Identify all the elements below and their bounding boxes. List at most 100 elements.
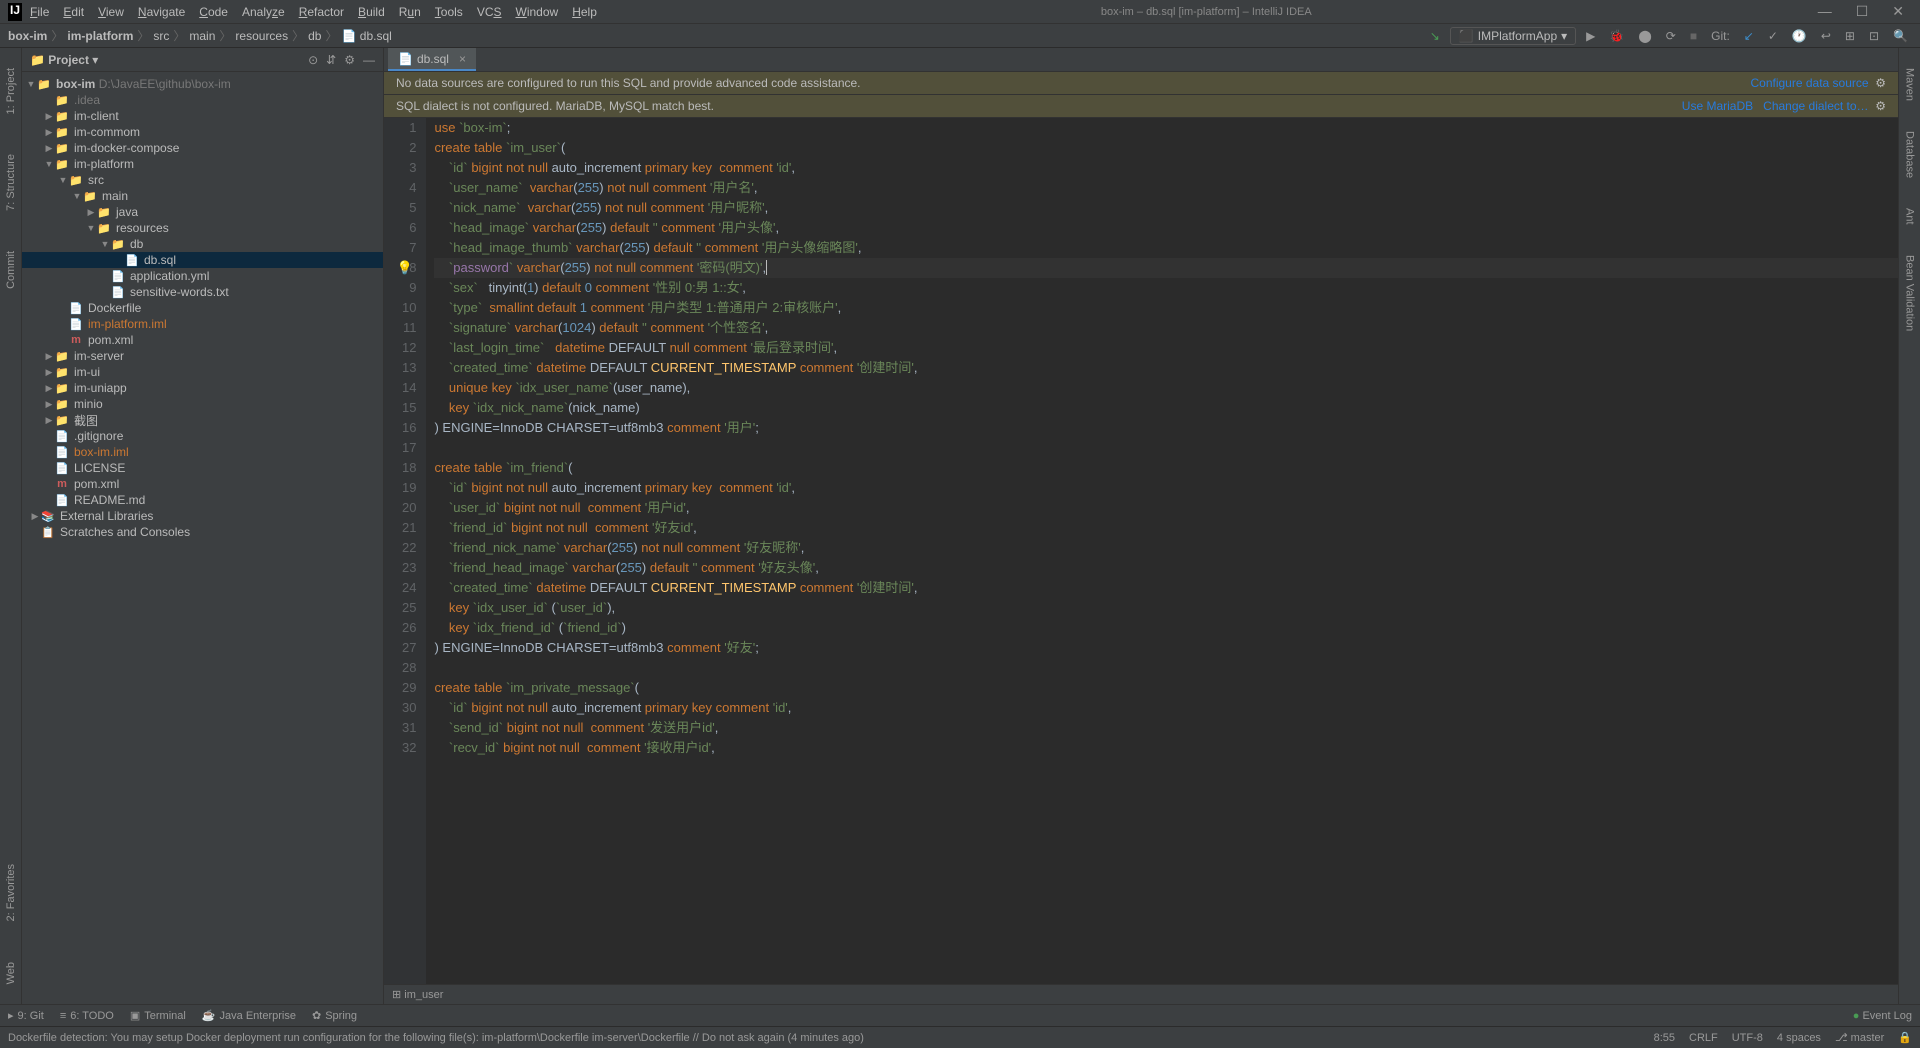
code-breadcrumb[interactable]: ⊞ im_user: [384, 984, 1898, 1004]
run-config-select[interactable]: ⬛ IMPlatformApp ▾: [1450, 27, 1576, 45]
tree-item[interactable]: ▶📁截图: [22, 412, 383, 428]
close-tab-icon[interactable]: ×: [459, 52, 466, 66]
menu-refactor[interactable]: Refactor: [293, 3, 350, 21]
expand-icon[interactable]: ⇵: [326, 53, 336, 67]
tree-item[interactable]: ▼📁im-platform: [22, 156, 383, 172]
warning-text: No data sources are configured to run th…: [396, 76, 861, 90]
settings-icon[interactable]: ⊞: [1841, 27, 1859, 45]
line-sep[interactable]: CRLF: [1689, 1032, 1718, 1044]
menubar: IJ File Edit View Navigate Code Analyze …: [8, 3, 603, 21]
build-icon[interactable]: ↘: [1426, 27, 1444, 45]
search-icon[interactable]: 🔍: [1889, 27, 1912, 45]
hide-icon[interactable]: —: [363, 53, 375, 67]
tree-item[interactable]: 📄LICENSE: [22, 460, 383, 476]
cursor-pos[interactable]: 8:55: [1654, 1032, 1675, 1044]
menu-file[interactable]: File: [24, 3, 55, 21]
git-revert-icon[interactable]: ↩: [1817, 27, 1835, 45]
tool-spring[interactable]: ✿ Spring: [312, 1009, 357, 1022]
menu-run[interactable]: Run: [393, 3, 427, 21]
tool-terminal[interactable]: ▣ Terminal: [130, 1009, 186, 1022]
encoding[interactable]: UTF-8: [1732, 1032, 1763, 1044]
tree-item[interactable]: mpom.xml: [22, 476, 383, 492]
tree-item[interactable]: 📄README.md: [22, 492, 383, 508]
git-history-icon[interactable]: 🕐: [1788, 27, 1811, 45]
tree-item[interactable]: 📄box-im.iml: [22, 444, 383, 460]
stop-icon[interactable]: ■: [1686, 27, 1701, 45]
tree-item[interactable]: ▼📁db: [22, 236, 383, 252]
tab-bean-validation[interactable]: Bean Validation: [1904, 255, 1916, 331]
tab-favorites[interactable]: 2: Favorites: [5, 864, 17, 921]
tree-item[interactable]: ▶📁im-client: [22, 108, 383, 124]
tree-item[interactable]: ▶📁im-server: [22, 348, 383, 364]
maximize-icon[interactable]: ☐: [1848, 3, 1877, 20]
git-update-icon[interactable]: ↙: [1740, 27, 1758, 45]
git-branch[interactable]: ⎇ master: [1835, 1031, 1884, 1044]
debug-icon[interactable]: 🐞: [1605, 27, 1628, 45]
tree-item[interactable]: ▶📁im-docker-compose: [22, 140, 383, 156]
sql-file-icon: 📄: [398, 52, 413, 66]
run-icon[interactable]: ▶: [1582, 27, 1599, 45]
window-title: box-im – db.sql [im-platform] – IntelliJ…: [1101, 6, 1312, 18]
tab-ant[interactable]: Ant: [1904, 208, 1916, 225]
event-log[interactable]: ● Event Log: [1853, 1010, 1912, 1022]
warning-gear-icon[interactable]: ⚙: [1875, 99, 1886, 113]
panel-title: 📁 Project ▾: [30, 53, 98, 67]
tree-item[interactable]: 📄im-platform.iml: [22, 316, 383, 332]
menu-edit[interactable]: Edit: [57, 3, 90, 21]
menu-tools[interactable]: Tools: [429, 3, 469, 21]
tree-item[interactable]: 📄sensitive-words.txt: [22, 284, 383, 300]
project-tree[interactable]: ▼📁box-im D:\JavaEE\github\box-im📁.idea▶📁…: [22, 72, 383, 1004]
tree-item[interactable]: ▼📁resources: [22, 220, 383, 236]
menu-analyze[interactable]: Analyze: [236, 3, 291, 21]
warning-gear-icon[interactable]: ⚙: [1875, 76, 1886, 90]
tree-item[interactable]: 📄db.sql: [22, 252, 383, 268]
breadcrumb[interactable]: box-im〉 im-platform〉 src〉 main〉 resource…: [8, 27, 392, 44]
tree-item[interactable]: ▶📁minio: [22, 396, 383, 412]
close-icon[interactable]: ✕: [1884, 3, 1912, 20]
tab-maven[interactable]: Maven: [1904, 68, 1916, 101]
configure-datasource-link[interactable]: Configure data source: [1750, 76, 1868, 90]
minimize-icon[interactable]: —: [1810, 3, 1840, 20]
tree-scratches[interactable]: 📋Scratches and Consoles: [22, 524, 383, 540]
select-opened-icon[interactable]: ⊙: [308, 53, 318, 67]
indent[interactable]: 4 spaces: [1777, 1032, 1821, 1044]
gear-icon[interactable]: ⚙: [344, 53, 355, 67]
tree-item[interactable]: 📄application.yml: [22, 268, 383, 284]
tree-item[interactable]: 📄Dockerfile: [22, 300, 383, 316]
tab-structure[interactable]: 7: Structure: [5, 154, 17, 211]
tab-web[interactable]: Web: [5, 962, 17, 984]
menu-window[interactable]: Window: [510, 3, 565, 21]
change-dialect-link[interactable]: Change dialect to…: [1763, 99, 1868, 113]
tree-item[interactable]: 📁.idea: [22, 92, 383, 108]
menu-vcs[interactable]: VCS: [471, 3, 508, 21]
tree-item[interactable]: ▶📁im-commom: [22, 124, 383, 140]
tree-item[interactable]: ▼📁src: [22, 172, 383, 188]
tab-commit[interactable]: Commit: [5, 251, 17, 289]
tree-item[interactable]: ▶📁im-uniapp: [22, 380, 383, 396]
menu-help[interactable]: Help: [566, 3, 603, 21]
tool-todo[interactable]: ≡ 6: TODO: [60, 1009, 114, 1022]
tree-item[interactable]: ▶📁im-ui: [22, 364, 383, 380]
tool-javaee[interactable]: ☕ Java Enterprise: [202, 1009, 296, 1022]
tab-database[interactable]: Database: [1904, 131, 1916, 178]
tree-item[interactable]: ▶📁java: [22, 204, 383, 220]
menu-navigate[interactable]: Navigate: [132, 3, 191, 21]
code-editor[interactable]: 1234567891011121314151617181920212223242…: [384, 118, 1898, 984]
menu-build[interactable]: Build: [352, 3, 391, 21]
layout-icon[interactable]: ⊡: [1865, 27, 1883, 45]
menu-view[interactable]: View: [92, 3, 130, 21]
tab-project[interactable]: 1: Project: [5, 68, 17, 114]
tree-item[interactable]: mpom.xml: [22, 332, 383, 348]
tree-ext-libs[interactable]: ▶📚External Libraries: [22, 508, 383, 524]
git-commit-icon[interactable]: ✓: [1764, 27, 1782, 45]
tool-git[interactable]: ▸ 9: Git: [8, 1009, 44, 1022]
editor-tab[interactable]: 📄 db.sql ×: [388, 48, 476, 71]
coverage-icon[interactable]: ⬤: [1634, 27, 1655, 45]
tree-item[interactable]: ▼📁main: [22, 188, 383, 204]
profile-icon[interactable]: ⟳: [1662, 27, 1680, 45]
menu-code[interactable]: Code: [193, 3, 234, 21]
lock-icon[interactable]: 🔒: [1898, 1031, 1912, 1044]
use-mariadb-link[interactable]: Use MariaDB: [1682, 99, 1753, 113]
tree-root[interactable]: ▼📁box-im D:\JavaEE\github\box-im: [22, 76, 383, 92]
tree-item[interactable]: 📄.gitignore: [22, 428, 383, 444]
